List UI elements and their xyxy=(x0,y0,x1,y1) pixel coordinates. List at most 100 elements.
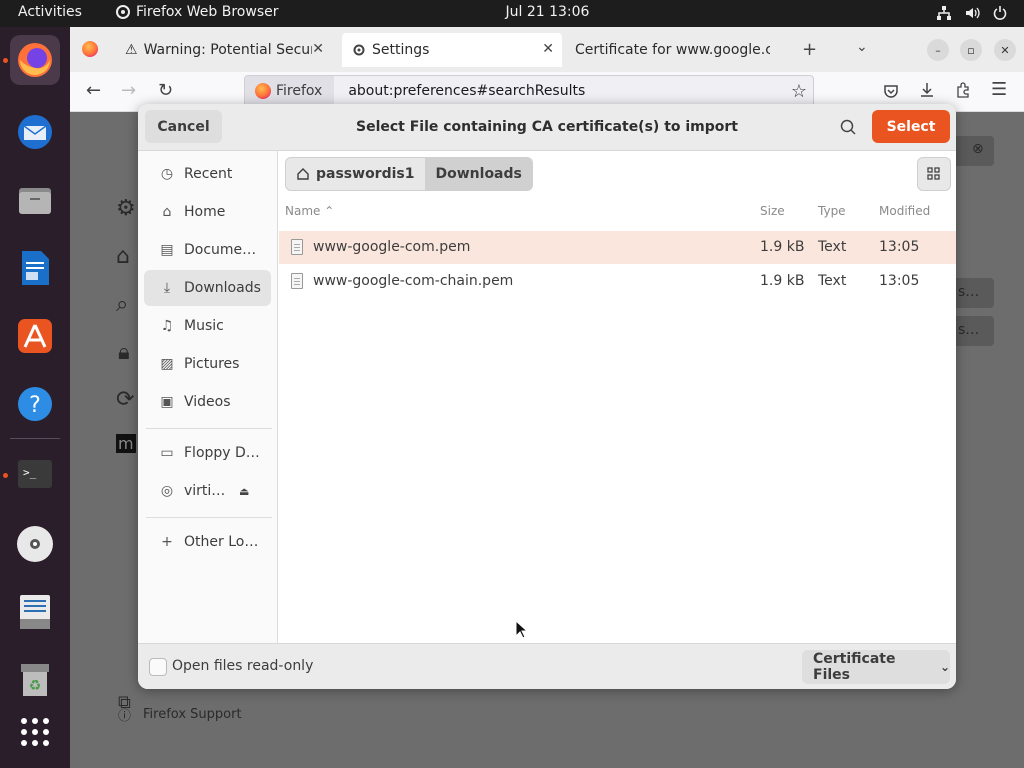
readonly-checkbox[interactable] xyxy=(149,658,167,676)
dialog-title: Select File containing CA certificate(s)… xyxy=(355,119,738,135)
column-header-name[interactable]: Name ⌃ xyxy=(285,204,334,218)
list-tabs-chevron-icon[interactable]: ⌄ xyxy=(856,39,868,55)
select-button[interactable]: Select xyxy=(872,110,950,143)
eject-icon[interactable]: ⏏ xyxy=(239,485,249,498)
back-arrow-icon[interactable]: ← xyxy=(86,80,101,101)
sidebar-item-label: Music xyxy=(184,318,224,334)
filter-label: Certificate Files xyxy=(813,651,896,683)
sidebar-item-pictures[interactable]: ▨ Pictures xyxy=(144,346,271,382)
writer-icon xyxy=(22,251,49,285)
forward-arrow-icon[interactable]: → xyxy=(121,80,136,101)
file-type-filter-dropdown[interactable]: Certificate Files ⌄ xyxy=(802,650,950,684)
sidebar-item-downloads[interactable]: ⤓ Downloads xyxy=(144,270,271,306)
dock: ? >_ ♻ xyxy=(0,27,70,768)
home-icon: ⌂ xyxy=(162,204,172,220)
path-crumb-downloads[interactable]: Downloads xyxy=(425,157,533,191)
text-file-icon xyxy=(291,273,303,289)
close-tab-icon[interactable]: ✕ xyxy=(312,41,324,57)
sidebar-item-label: Videos xyxy=(184,394,231,410)
text-editor-icon xyxy=(20,595,50,629)
sidebar-item-videos[interactable]: ▣ Videos xyxy=(144,384,271,420)
dock-writer[interactable] xyxy=(10,243,60,293)
dock-app-center[interactable] xyxy=(10,311,60,361)
minimize-button[interactable]: – xyxy=(927,39,949,61)
dock-text-editor[interactable] xyxy=(10,587,60,637)
bookmark-star-icon[interactable]: ☆ xyxy=(791,81,807,102)
firefox-support-link[interactable]: ⓘ Firefox Support xyxy=(118,705,242,724)
top-bar: Activities Firefox Web Browser Jul 21 13… xyxy=(0,0,1024,27)
firefox-icon xyxy=(18,43,52,77)
path-bar: passwordis1 Downloads xyxy=(285,157,533,191)
firefox-support-label: Firefox Support xyxy=(143,707,242,722)
firefox-logo-icon xyxy=(82,41,98,57)
readonly-checkbox-label[interactable]: Open files read-only xyxy=(172,658,313,674)
table-row[interactable]: www-google-com-chain.pem 1.9 kB Text 13:… xyxy=(279,265,956,298)
grid-view-icon xyxy=(927,167,940,180)
sidebar-separator xyxy=(146,428,272,429)
file-type: Text xyxy=(818,273,847,289)
tab-bar: ⚠ Warning: Potential Security Risk Ahead… xyxy=(70,27,1024,72)
close-window-button[interactable]: ✕ xyxy=(994,39,1016,61)
tab-settings[interactable]: Settings ✕ xyxy=(342,33,562,67)
dock-separator xyxy=(10,438,60,439)
dock-help[interactable]: ? xyxy=(10,379,60,429)
column-header-type[interactable]: Type xyxy=(818,204,846,218)
warning-icon: ⚠ xyxy=(125,42,138,58)
sidebar-item-label: Docume… xyxy=(184,242,257,258)
url-bar[interactable]: Firefox about:preferences#searchResults … xyxy=(244,75,814,107)
sidebar-item-virtual-disc[interactable]: ◎ virti… ⏏ xyxy=(144,473,271,509)
hamburger-menu-icon[interactable]: ☰ xyxy=(991,79,1007,100)
power-icon xyxy=(993,6,1007,20)
table-row[interactable]: www-google-com.pem 1.9 kB Text 13:05 xyxy=(279,231,956,264)
column-header-size[interactable]: Size xyxy=(760,204,785,218)
clock[interactable]: Jul 21 13:06 xyxy=(0,4,1024,20)
floppy-icon: ▭ xyxy=(160,445,174,461)
chevron-down-icon: ⌄ xyxy=(939,660,950,674)
sidebar-item-floppy[interactable]: ▭ Floppy D… xyxy=(144,435,271,471)
identity-box[interactable]: Firefox xyxy=(245,76,335,106)
extensions-icon[interactable] xyxy=(955,82,971,98)
search-icon[interactable] xyxy=(838,117,858,137)
firefox-logo-icon xyxy=(255,83,271,99)
clock-icon: ◷ xyxy=(160,166,174,182)
svg-text:♻: ♻ xyxy=(29,678,42,694)
sidebar-item-other-locations[interactable]: + Other Lo… xyxy=(144,524,271,560)
new-tab-icon[interactable]: + xyxy=(802,39,817,60)
mozilla-icon: m xyxy=(116,434,136,453)
file-modified: 13:05 xyxy=(879,239,920,255)
reload-icon[interactable]: ↻ xyxy=(158,80,173,101)
path-crumb-home[interactable]: passwordis1 xyxy=(285,157,426,191)
dock-show-apps[interactable] xyxy=(10,707,60,757)
sidebar-item-label: Downloads xyxy=(184,280,261,296)
dock-trash[interactable]: ♻ xyxy=(10,655,60,705)
sidebar-item-home[interactable]: ⌂ Home xyxy=(144,194,271,230)
disc-icon: ◎ xyxy=(160,483,174,499)
file-list: Name ⌃ Size Type Modified www-google-com… xyxy=(279,197,956,643)
svg-text:?: ? xyxy=(29,393,41,418)
sidebar-item-documents[interactable]: ▤ Docume… xyxy=(144,232,271,268)
dock-files[interactable] xyxy=(10,175,60,225)
sidebar-item-music[interactable]: ♫ Music xyxy=(144,308,271,344)
dock-terminal[interactable]: >_ xyxy=(10,449,60,499)
close-tab-icon[interactable]: ✕ xyxy=(542,41,554,57)
firefox-view-button[interactable] xyxy=(82,41,98,61)
tab-certificate[interactable]: Certificate for www.google.com xyxy=(565,33,775,67)
file-name: www-google-com.pem xyxy=(313,239,471,255)
dock-thunderbird[interactable] xyxy=(10,107,60,157)
system-tray[interactable] xyxy=(936,5,1008,21)
pocket-icon[interactable] xyxy=(883,83,899,99)
dock-running-indicator xyxy=(3,473,8,478)
dock-disc[interactable] xyxy=(10,519,60,569)
view-toggle-button[interactable] xyxy=(917,157,951,191)
sidebar-item-recent[interactable]: ◷ Recent xyxy=(144,156,271,192)
dock-firefox[interactable] xyxy=(10,35,60,85)
url-text[interactable]: about:preferences#searchResults xyxy=(334,83,585,99)
sort-ascending-icon: ⌃ xyxy=(324,204,335,218)
tab-warning[interactable]: ⚠ Warning: Potential Security Risk Ahead… xyxy=(115,33,332,67)
column-header-modified[interactable]: Modified xyxy=(879,204,930,218)
file-size: 1.9 kB xyxy=(760,273,805,289)
sync-icon: ⟳ xyxy=(116,387,135,412)
download-icon[interactable] xyxy=(919,82,935,98)
terminal-icon: >_ xyxy=(18,460,52,488)
maximize-button[interactable]: ▫ xyxy=(960,39,982,61)
